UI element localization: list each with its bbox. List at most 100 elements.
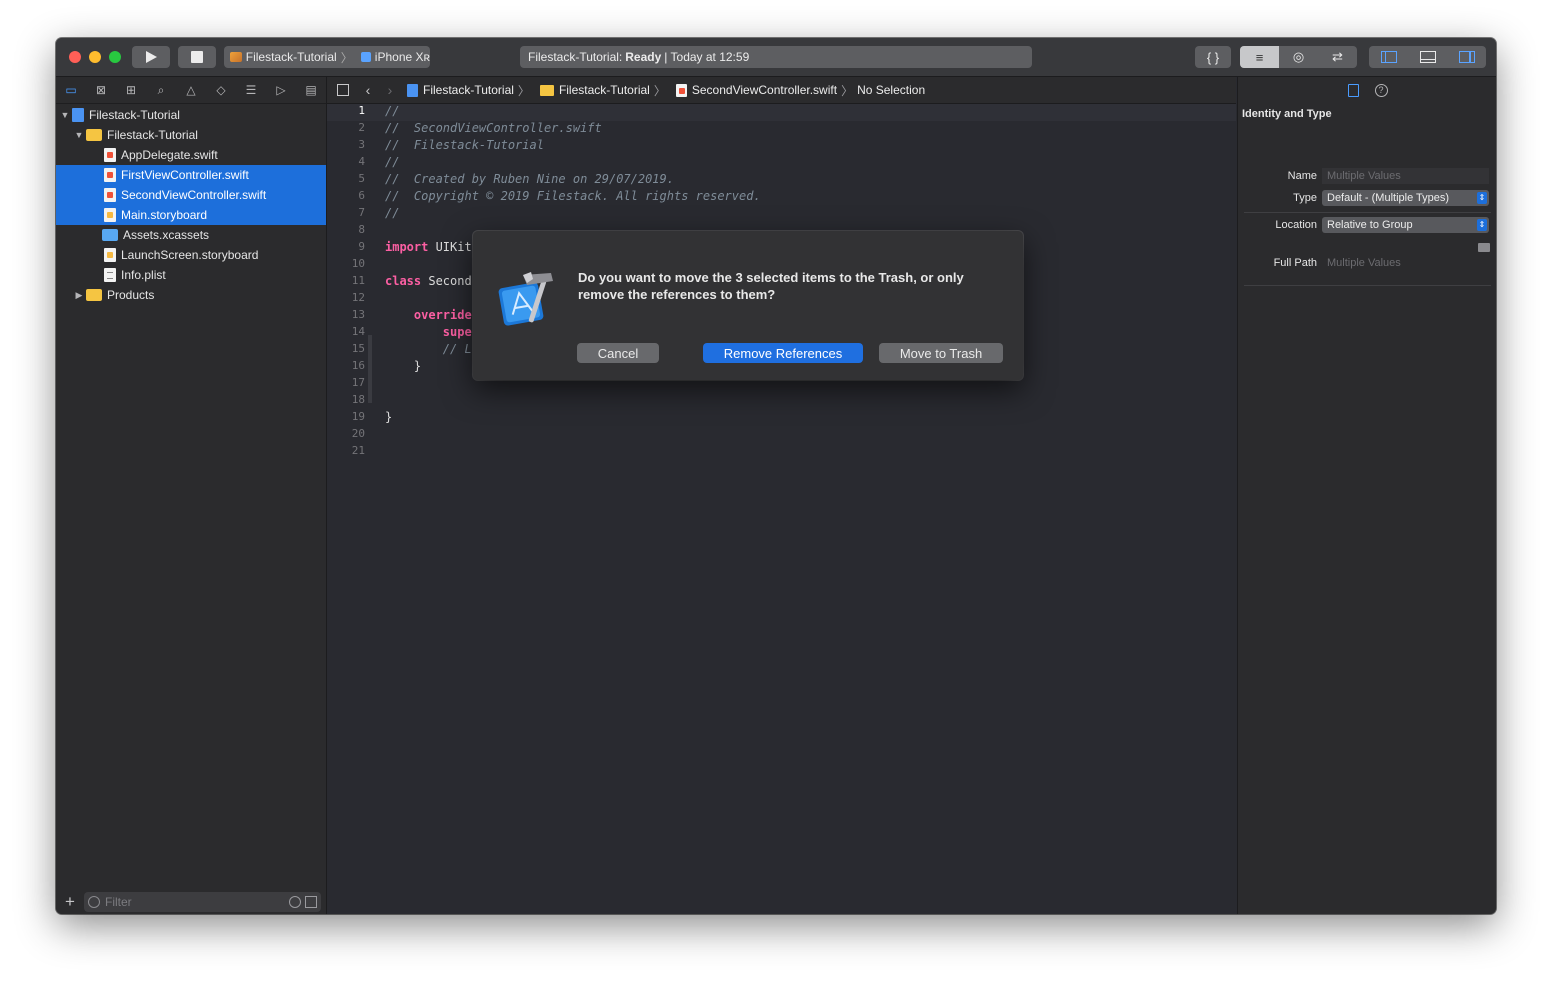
name-field[interactable]: Multiple Values (1322, 168, 1489, 184)
zoom-window-button[interactable] (109, 51, 121, 63)
tree-item-file[interactable]: Main.storyboard (56, 205, 326, 225)
line-number: 17 (351, 376, 365, 389)
toggle-navigator-button[interactable] (1369, 46, 1408, 68)
updown-chevron-icon: ⇕ (1477, 219, 1487, 231)
add-file-button[interactable]: + (56, 892, 84, 912)
standard-editor-button[interactable]: ≡ (1240, 46, 1279, 68)
scheme-project-label: Filestack-Tutorial (245, 50, 337, 64)
line-number: 6 (358, 189, 365, 202)
filter-input[interactable]: Filter (84, 891, 321, 912)
test-icon[interactable]: ◇ (206, 83, 236, 97)
folder-icon (86, 289, 102, 301)
code-keyword: override (385, 308, 472, 322)
jumpbar-selection[interactable]: No Selection (857, 83, 925, 97)
disclosure-open-icon[interactable]: ▼ (60, 110, 70, 120)
code-line[interactable]: 18 (327, 393, 1236, 410)
tree-item-group[interactable]: ▼ Filestack-Tutorial (56, 125, 326, 145)
close-window-button[interactable] (69, 51, 81, 63)
version-editor-button[interactable]: ⇄ (1318, 46, 1357, 68)
jumpbar-file[interactable]: SecondViewController.swift (692, 83, 837, 97)
inspector-tabs: ? (1238, 77, 1496, 103)
code-snippet-button[interactable]: { } (1195, 46, 1231, 68)
code-line[interactable]: 19} (327, 410, 1236, 427)
tree-item-file[interactable]: SecondViewController.swift (56, 185, 326, 205)
type-popup[interactable]: Default - (Multiple Types) ⇕ (1322, 190, 1489, 206)
swap-arrows-icon: ⇄ (1332, 49, 1343, 64)
recent-files-icon[interactable] (289, 895, 301, 908)
folder-icon[interactable] (1478, 243, 1490, 252)
fold-ribbon[interactable] (368, 335, 372, 403)
symbol-icon[interactable]: ⊞ (116, 83, 146, 97)
filter-placeholder: Filter (105, 894, 132, 909)
minimize-window-button[interactable] (89, 51, 101, 63)
tree-item-label: Filestack-Tutorial (107, 128, 198, 142)
code-text: override (385, 308, 472, 322)
toolbar: Filestack-Tutorial 〉 iPhone Xʀ Filestack… (56, 38, 1496, 77)
disclosure-open-icon[interactable]: ▼ (74, 130, 84, 140)
code-line[interactable]: 1 // (327, 104, 1236, 121)
location-popup[interactable]: Relative to Group ⇕ (1322, 217, 1489, 233)
back-arrow-icon[interactable]: ‹ (357, 82, 379, 98)
code-line[interactable]: 21 (327, 444, 1236, 461)
line-number: 11 (351, 274, 365, 287)
name-row: Name Multiple Values (1238, 167, 1496, 185)
scheme-selector[interactable]: Filestack-Tutorial 〉 iPhone Xʀ (224, 46, 430, 68)
jumpbar-group[interactable]: Filestack-Tutorial (559, 83, 650, 97)
quick-help-icon[interactable]: ? (1374, 83, 1388, 97)
bottom-panel-icon (1419, 51, 1436, 63)
code-identifier: Second (421, 274, 472, 288)
name-label: Name (1287, 170, 1317, 182)
tree-item-file[interactable]: Assets.xcassets (56, 225, 326, 245)
disclosure-closed-icon[interactable]: ▶ (74, 290, 84, 301)
stop-button[interactable] (178, 46, 216, 68)
tree-item-file[interactable]: Info.plist (56, 265, 326, 285)
tree-item-file[interactable]: AppDelegate.swift (56, 145, 326, 165)
line-number: 8 (358, 223, 365, 236)
warning-icon[interactable]: △ (176, 83, 206, 97)
code-line[interactable]: 4 // (327, 155, 1236, 172)
tree-item-group[interactable]: ▶ Products (56, 285, 326, 305)
remove-references-button[interactable]: Remove References (703, 343, 863, 363)
code-line[interactable]: 6 // Copyright © 2019 Filestack. All righ… (327, 189, 1236, 206)
tree-item-file[interactable]: LaunchScreen.storyboard (56, 245, 326, 265)
run-button[interactable] (132, 46, 170, 68)
tree-item-project[interactable]: ▼ Filestack-Tutorial (56, 105, 326, 125)
line-number: 3 (358, 138, 365, 151)
search-icon[interactable]: ⌕ (146, 83, 176, 98)
cancel-button[interactable]: Cancel (577, 343, 659, 363)
report-icon[interactable]: ▤ (296, 83, 326, 97)
folder-icon[interactable]: ▭ (56, 83, 86, 97)
code-line[interactable]: 7 // (327, 206, 1236, 223)
source-control-icon[interactable]: ⊠ (86, 83, 116, 97)
assistant-editor-button[interactable]: ◎ (1279, 46, 1318, 68)
scheme-device-label: iPhone Xʀ (374, 50, 430, 64)
folder-icon (86, 129, 102, 141)
jumpbar-project[interactable]: Filestack-Tutorial (423, 83, 514, 97)
toggle-inspector-button[interactable] (1447, 46, 1486, 68)
xcode-app-icon (498, 272, 553, 326)
navigator-tab-bar: ▭ ⊠ ⊞ ⌕ △ ◇ ☰ ▷ ▤ (56, 77, 326, 104)
code-line[interactable]: 20 (327, 427, 1236, 444)
editor-mode-control: ≡ ◎ ⇄ (1240, 46, 1357, 68)
breakpoint-icon[interactable]: ▷ (266, 83, 296, 97)
tree-item-label: LaunchScreen.storyboard (121, 248, 259, 262)
toggle-debug-area-button[interactable] (1408, 46, 1447, 68)
code-line[interactable]: 5 // Created by Ruben Nine on 29/07/2019. (327, 172, 1236, 189)
dialog-message-line: Do you want to move the 3 selected items… (578, 270, 964, 285)
scm-filter-icon[interactable] (305, 895, 317, 908)
file-inspector-icon[interactable] (1347, 83, 1359, 97)
tree-item-label: Filestack-Tutorial (89, 108, 180, 122)
code-line[interactable]: 3 // Filestack-Tutorial (327, 138, 1236, 155)
debug-icon[interactable]: ☰ (236, 83, 266, 97)
related-items-icon[interactable] (337, 84, 349, 96)
chevron-right-icon: 〉 (517, 83, 530, 98)
location-label: Location (1275, 219, 1317, 231)
line-number: 12 (351, 291, 365, 304)
tree-item-file[interactable]: FirstViewController.swift (56, 165, 326, 185)
code-line[interactable]: 2 // SecondViewController.swift (327, 121, 1236, 138)
activity-time: | Today at 12:59 (664, 50, 750, 64)
tree-item-label: Assets.xcassets (123, 228, 210, 242)
forward-arrow-icon[interactable]: › (379, 82, 401, 98)
move-to-trash-button[interactable]: Move to Trash (879, 343, 1003, 363)
lines-icon: ≡ (1255, 49, 1264, 65)
